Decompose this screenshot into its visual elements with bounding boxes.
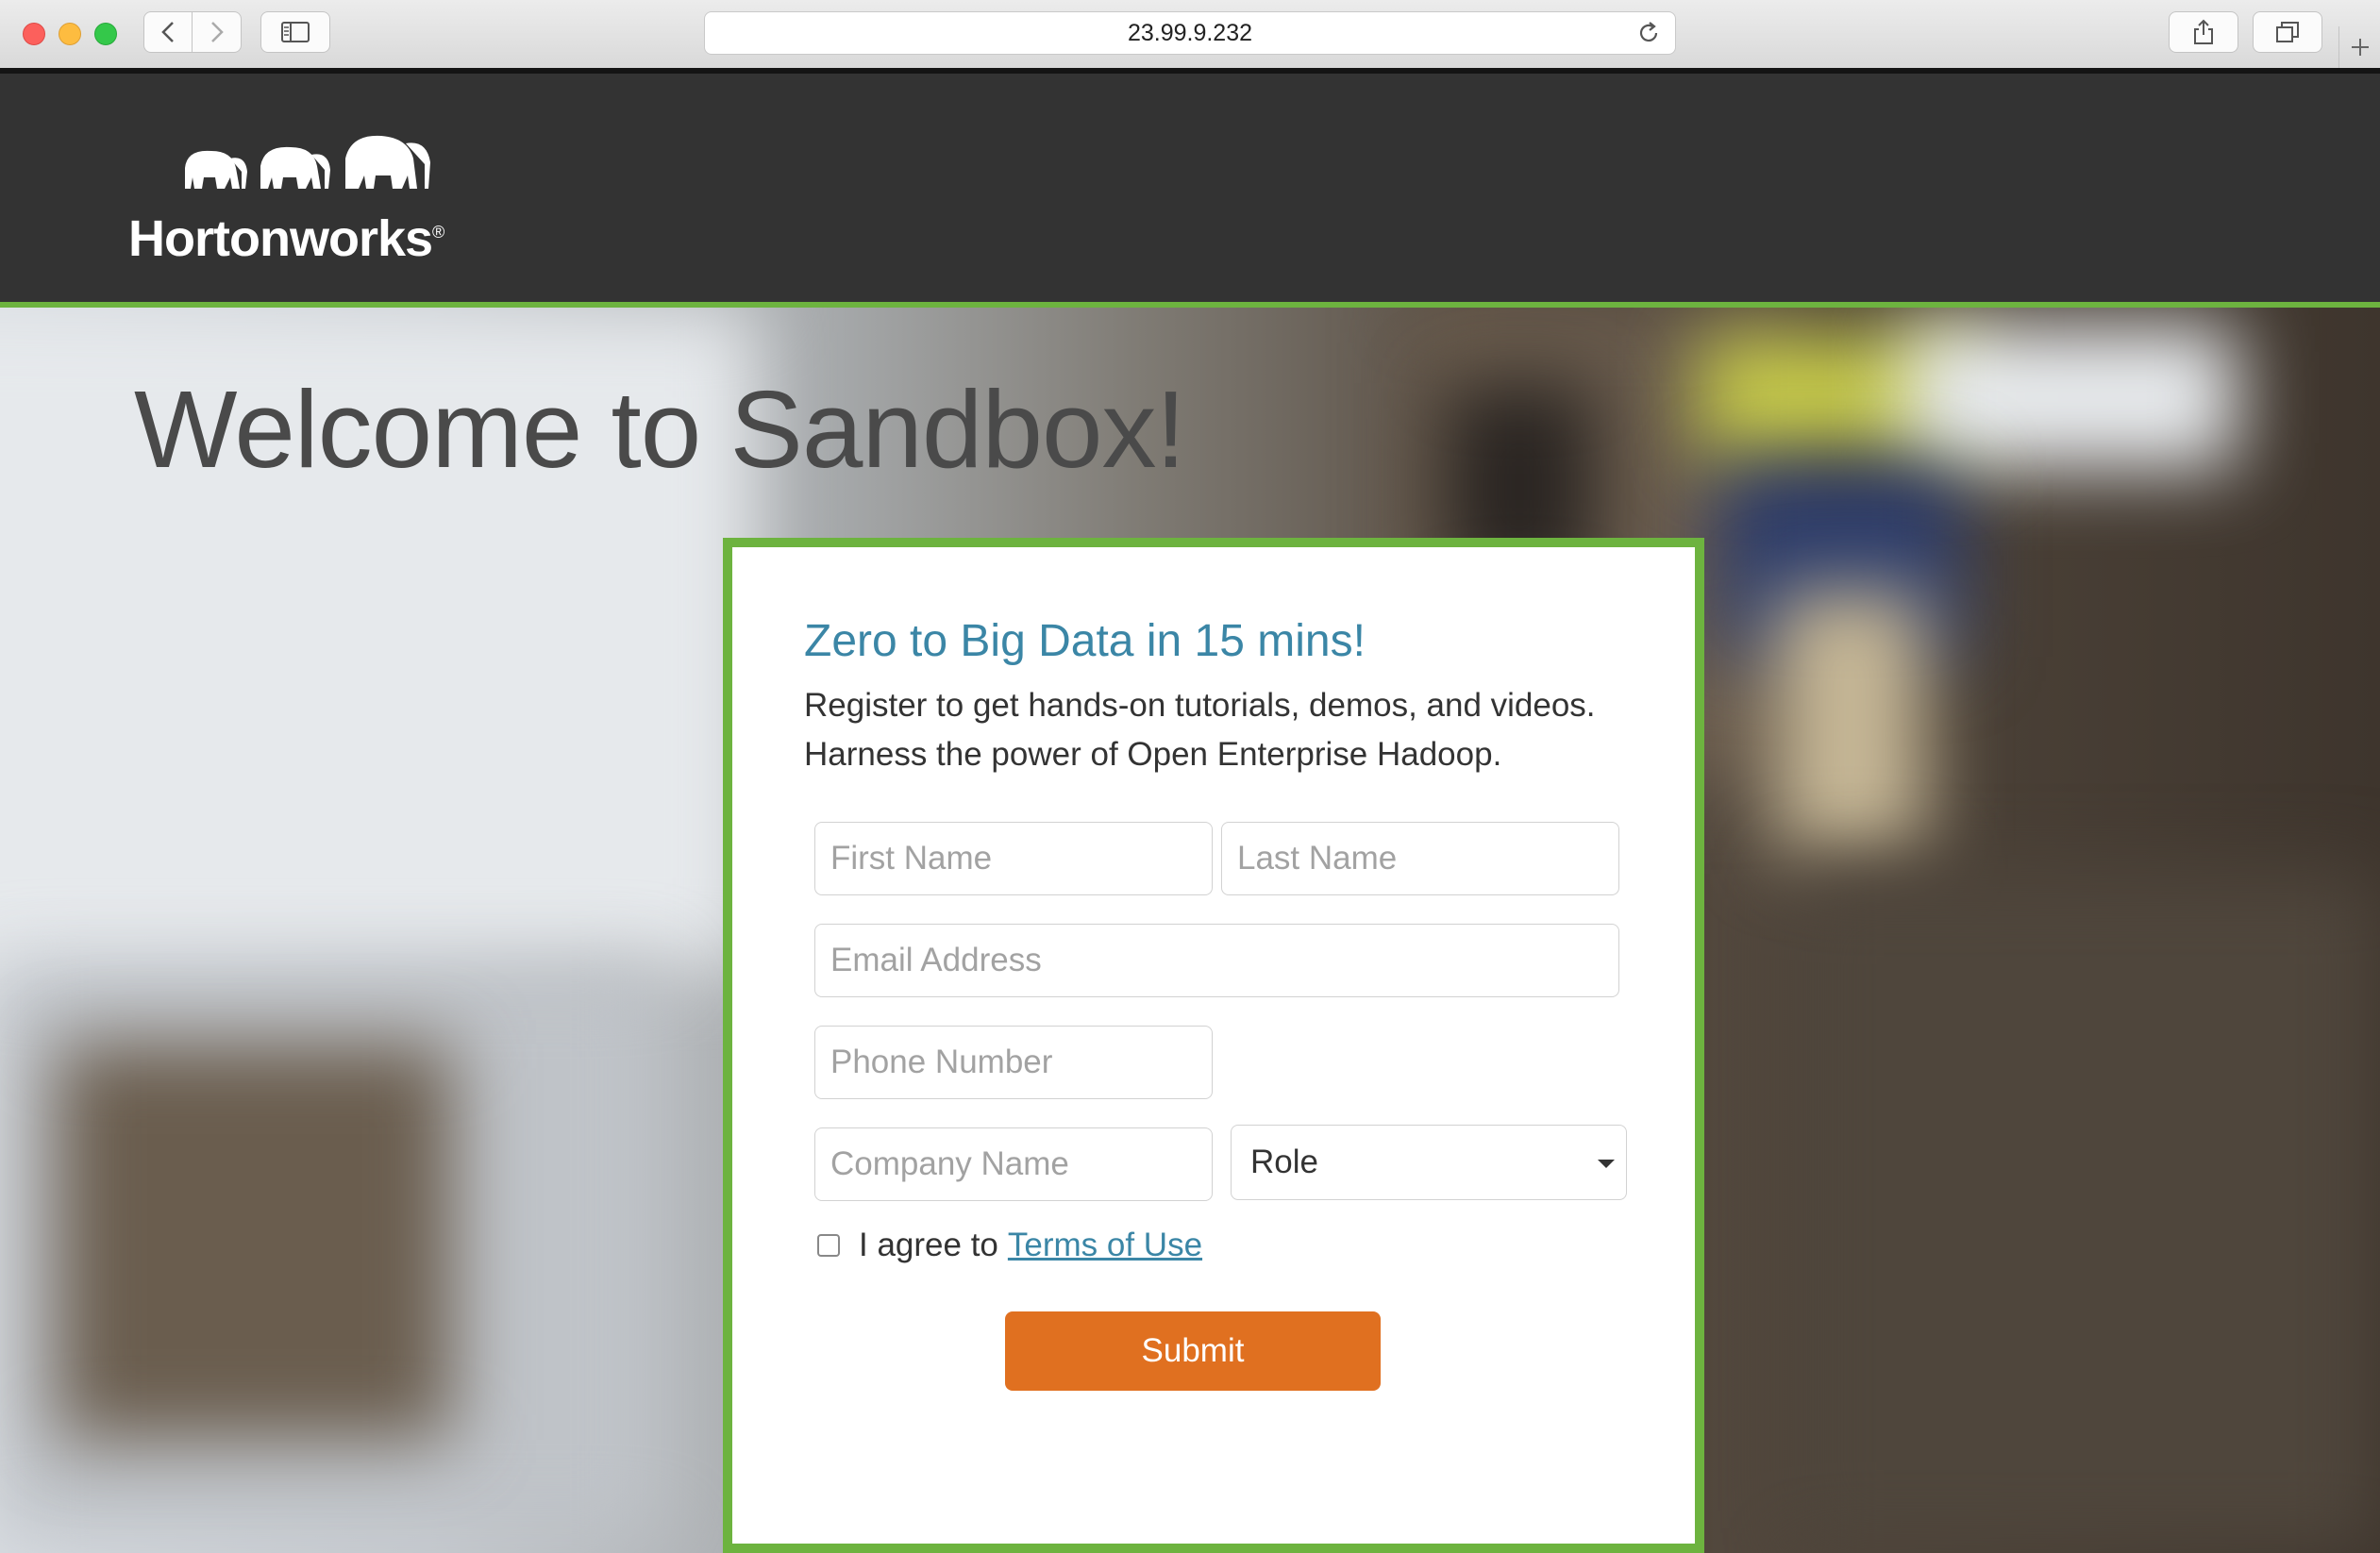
terms-of-use-link[interactable]: Terms of Use [1008, 1227, 1202, 1264]
terms-checkbox[interactable] [817, 1234, 840, 1257]
role-selected-value: Role [1250, 1144, 1318, 1180]
description-line-1: Register to get hands-on tutorials, demo… [804, 687, 1596, 724]
logo-wordmark: Hortonworks® [128, 210, 444, 267]
browser-toolbar: 23.99.9.232 [0, 0, 2380, 69]
phone-placeholder: Phone Number [830, 1044, 1053, 1080]
back-icon [161, 22, 174, 42]
whiteboard-blur [1906, 326, 2237, 468]
share-button[interactable] [2169, 11, 2238, 53]
first-name-placeholder: First Name [830, 840, 993, 877]
form-description: Register to get hands-on tutorials, demo… [804, 681, 1596, 779]
page-title: Welcome to Sandbox! [134, 368, 1186, 491]
plus-icon [2352, 39, 2369, 56]
share-icon [2194, 19, 2213, 44]
address-bar[interactable]: 23.99.9.232 [704, 11, 1676, 55]
site-header: Hortonworks® [0, 74, 2380, 302]
sidebar-icon [281, 22, 310, 42]
new-tab-button[interactable] [2338, 26, 2380, 68]
last-name-input[interactable]: Last Name [1221, 822, 1619, 895]
partition-blur [1774, 591, 1925, 855]
forward-button[interactable] [193, 11, 242, 53]
address-url: 23.99.9.232 [1127, 19, 1253, 46]
close-window-button[interactable] [23, 23, 45, 45]
reload-icon[interactable] [1635, 20, 1662, 46]
forward-icon [210, 22, 224, 42]
elephant-logo-icon [185, 135, 430, 189]
dropdown-caret-icon [1598, 1160, 1615, 1168]
first-name-input[interactable]: First Name [814, 822, 1213, 895]
tabs-icon [2276, 22, 2299, 42]
role-select[interactable]: Role [1231, 1125, 1627, 1200]
phone-input[interactable]: Phone Number [814, 1026, 1213, 1099]
submit-button[interactable]: Submit [1005, 1311, 1381, 1391]
email-input[interactable]: Email Address [814, 924, 1619, 997]
back-button[interactable] [143, 11, 193, 53]
show-tabs-button[interactable] [2253, 11, 2322, 53]
carpet-blur [1793, 874, 2378, 1553]
registration-card: Zero to Big Data in 15 mins! Register to… [723, 538, 1704, 1553]
sidebar-toggle-button[interactable] [260, 11, 330, 53]
furniture-blur [57, 1044, 453, 1440]
minimize-window-button[interactable] [59, 23, 81, 45]
terms-agreement: I agree to Terms of Use [817, 1227, 1202, 1264]
company-input[interactable]: Company Name [814, 1127, 1213, 1201]
last-name-placeholder: Last Name [1237, 840, 1398, 877]
zoom-window-button[interactable] [94, 23, 117, 45]
form-title: Zero to Big Data in 15 mins! [804, 616, 1366, 666]
company-placeholder: Company Name [830, 1145, 1069, 1182]
description-line-2: Harness the power of Open Enterprise Had… [804, 736, 1502, 773]
email-placeholder: Email Address [830, 942, 1042, 978]
agree-label: I agree to [859, 1227, 998, 1263]
